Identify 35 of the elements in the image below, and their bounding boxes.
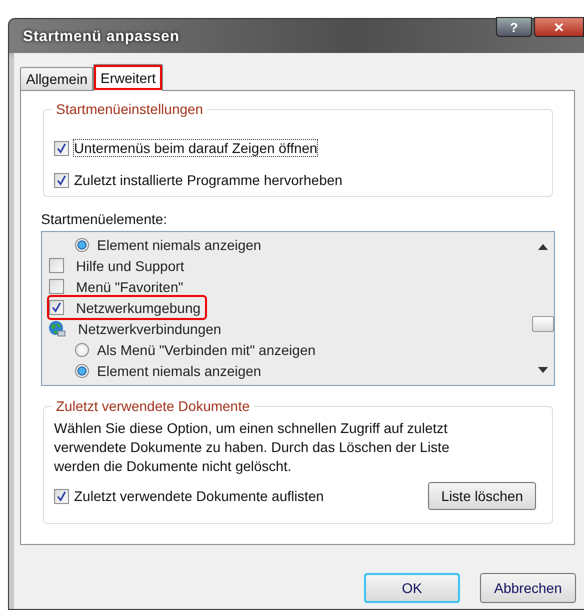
scroll-up-icon[interactable] <box>538 244 548 250</box>
close-button[interactable]: ✕ <box>534 17 584 37</box>
window-title: Startmenü anpassen <box>23 28 180 45</box>
checkbox-label[interactable]: Zuletzt verwendete Dokumente auflisten <box>74 488 324 504</box>
scrollbar-thumb[interactable] <box>532 316 554 332</box>
checkbox-label[interactable]: Netzwerkumgebung <box>76 300 201 316</box>
globe-icon <box>48 320 66 338</box>
checkbox-label[interactable]: Untermenüs beim darauf Zeigen öffnen <box>74 140 318 156</box>
checkbox[interactable] <box>54 172 69 188</box>
category-label: Netzwerkverbindungen <box>78 320 222 336</box>
clear-list-button[interactable]: Liste löschen <box>428 482 536 510</box>
checkbox-label[interactable]: Hilfe und Support <box>76 258 184 274</box>
group-title: Zuletzt verwendete Dokumente <box>52 398 254 414</box>
checkbox[interactable] <box>49 300 64 315</box>
radio-button[interactable] <box>75 342 89 356</box>
description-text: Wählen Sie diese Option, um einen schnellen Zugriff auf zuletzt verwendete Dokumente zu haben. Durch das Löschen der Liste werden die Dokumente nicht gelöscht. <box>54 419 450 476</box>
list-label: Startmenüelemente: <box>41 211 168 229</box>
radio-label[interactable]: Als Menü "Verbinden mit" anzeigen <box>97 342 316 358</box>
radio-button[interactable] <box>75 238 89 252</box>
dialog-button[interactable]: OK <box>364 573 460 603</box>
scroll-down-icon[interactable] <box>538 367 548 373</box>
tab[interactable]: Allgemein <box>20 67 94 90</box>
checkbox-label[interactable]: Zuletzt installierte Programme hervorheben <box>74 172 342 188</box>
radio-button[interactable] <box>75 364 89 378</box>
radio-label[interactable]: Element niemals anzeigen <box>97 236 262 252</box>
checkbox[interactable] <box>54 488 69 504</box>
checkbox[interactable] <box>49 279 64 294</box>
checkbox-label[interactable]: Menü "Favoriten" <box>76 278 184 294</box>
help-button[interactable]: ? <box>496 17 532 37</box>
group-title: Startmenüeinstellungen <box>52 101 208 117</box>
checkbox[interactable] <box>54 140 69 156</box>
tab[interactable]: Erweitert <box>93 64 163 91</box>
radio-label[interactable]: Element niemals anzeigen <box>97 362 262 378</box>
dialog-button[interactable]: Abbrechen <box>480 573 576 603</box>
checkbox[interactable] <box>49 258 64 273</box>
